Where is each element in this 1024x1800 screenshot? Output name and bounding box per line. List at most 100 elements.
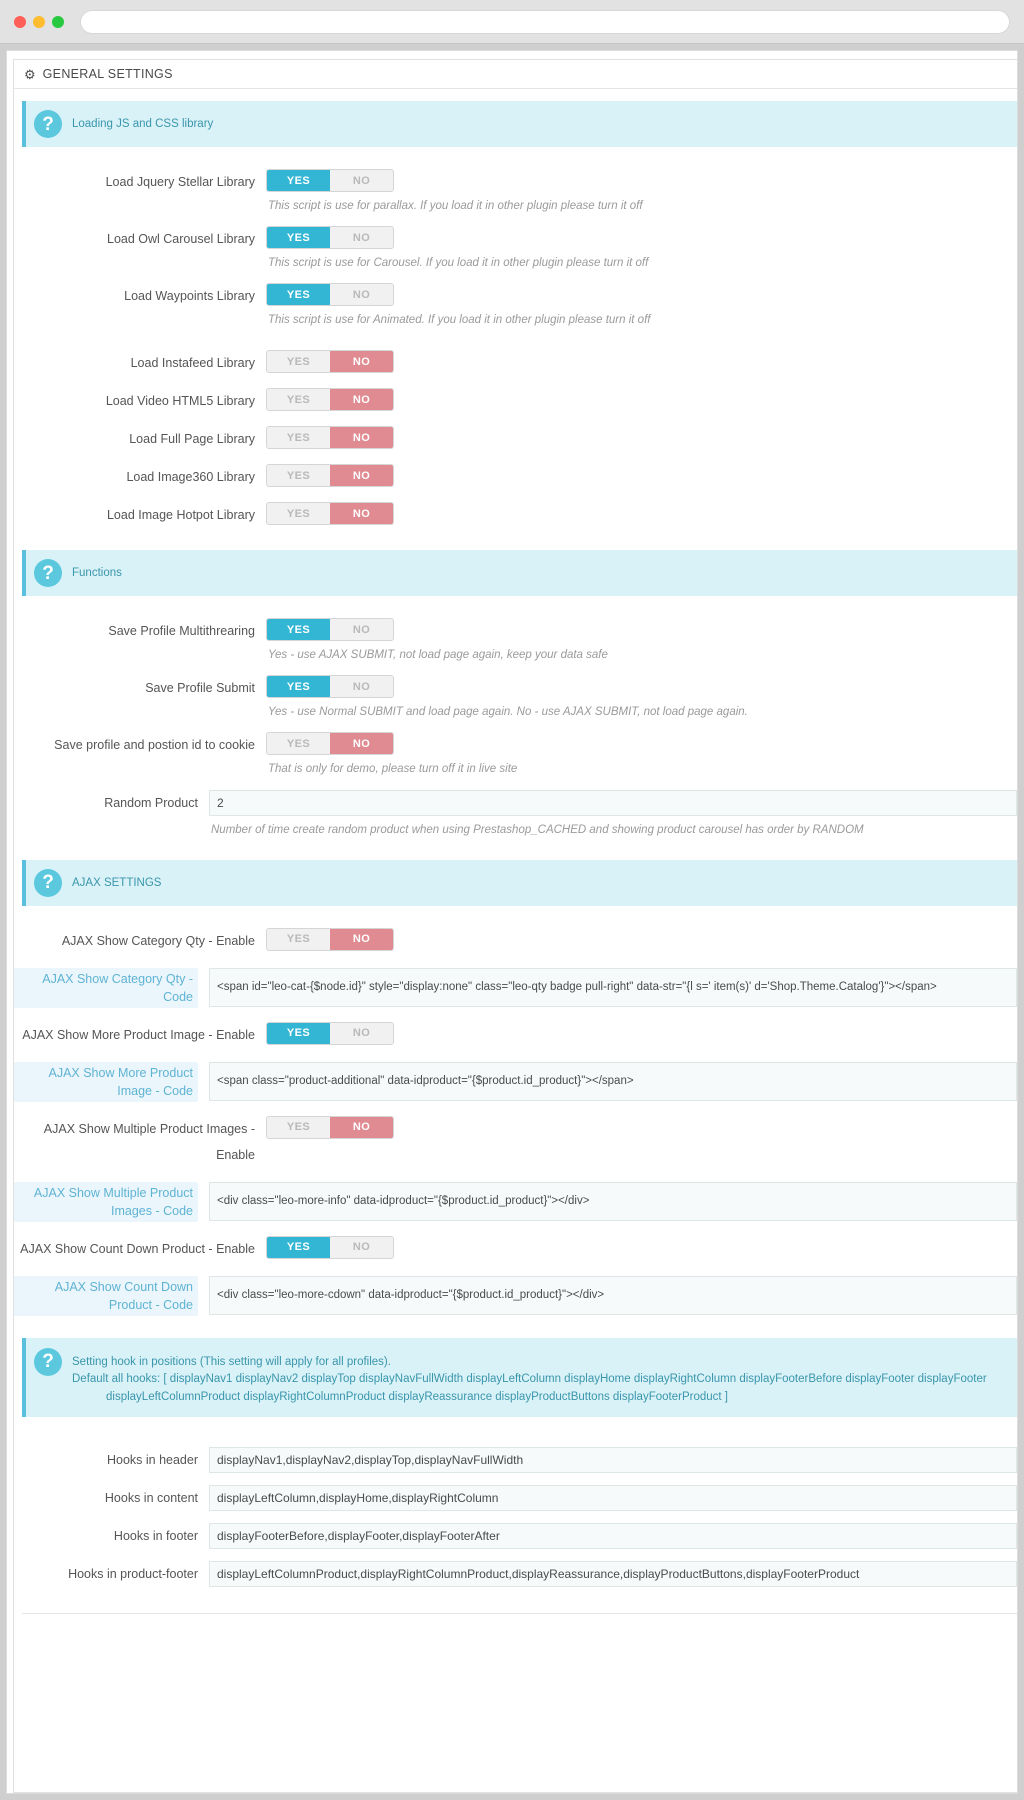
setting-label: AJAX Show More Product Image - Enable (22, 1027, 255, 1042)
toggle-yes[interactable]: YES (267, 427, 330, 449)
setting-label: Load Image360 Library (126, 470, 255, 485)
setting-row-save-profile-submit: Save Profile Submit YES NO Yes - use Nor… (14, 675, 1017, 720)
ajax-settings-banner: ? AJAX SETTINGS (22, 859, 1017, 906)
toggle-no[interactable]: NO (330, 1236, 393, 1258)
setting-label: Load Video HTML5 Library (105, 394, 255, 409)
toggle-no[interactable]: NO (330, 1116, 393, 1138)
toggle-save-profile-submit[interactable]: YES NO (266, 675, 394, 699)
toggle-yes[interactable]: YES (267, 619, 330, 641)
setting-help: This script is use for parallax. If you … (268, 200, 643, 212)
ajax-count-down-product-code-input[interactable] (209, 1275, 1017, 1315)
toggle-waypoints[interactable]: YES NO (266, 283, 394, 307)
browser-window: ⚙ GENERAL SETTINGS ? Loading JS and CSS … (0, 0, 1024, 1800)
setting-row-hooks-product-footer: Hooks in product-footer (14, 1561, 1017, 1588)
hooks-header-input[interactable] (209, 1447, 1017, 1474)
setting-row-save-profile-cookie: Save profile and postion id to cookie YE… (14, 732, 1017, 777)
setting-row-full-page: Load Full Page Library YES NO (14, 426, 1017, 452)
hooks-footer-input[interactable] (209, 1523, 1017, 1550)
toggle-ajax-category-qty[interactable]: YES NO (266, 927, 394, 951)
setting-row-ajax-count-down-product-enable: AJAX Show Count Down Product - Enable YE… (14, 1235, 1017, 1262)
toggle-no[interactable]: NO (330, 676, 393, 698)
toggle-jquery-stellar[interactable]: YES NO (266, 169, 394, 192)
toggle-yes[interactable]: YES (267, 1116, 330, 1138)
toggle-yes[interactable]: YES (267, 227, 330, 249)
setting-label: Save Profile Multithrearing (108, 624, 255, 639)
maximize-window-button[interactable] (52, 15, 64, 28)
random-product-input[interactable] (209, 789, 1017, 816)
setting-help: That is only for demo, please turn off i… (268, 763, 518, 776)
toggle-ajax-more-product-image[interactable]: YES NO (266, 1021, 394, 1045)
toggle-yes[interactable]: YES (267, 1236, 330, 1258)
toggle-instafeed[interactable]: YES NO (266, 350, 394, 374)
hooks-rows: Hooks in header Hooks in content (14, 1417, 1017, 1588)
setting-row-owl-carousel: Load Owl Carousel Library YES NO This sc… (14, 226, 1017, 271)
setting-label-link[interactable]: AJAX Show Count Down Product - Code (14, 1275, 198, 1316)
setting-row-save-profile-multithrearing: Save Profile Multithrearing YES NO Yes -… (14, 618, 1017, 663)
toggle-yes[interactable]: YES (267, 389, 330, 411)
close-window-button[interactable] (14, 15, 26, 28)
address-bar[interactable] (80, 9, 1010, 34)
window-controls (14, 15, 64, 28)
toggle-yes[interactable]: YES (267, 465, 330, 487)
minimize-window-button[interactable] (33, 15, 45, 28)
toggle-no[interactable]: NO (330, 389, 393, 411)
toggle-yes[interactable]: YES (267, 351, 330, 373)
functions-rows: Save Profile Multithrearing YES NO Yes -… (14, 596, 1017, 859)
toggle-no[interactable]: NO (330, 465, 393, 487)
toggle-yes[interactable]: YES (267, 503, 330, 525)
hooks-product-footer-input[interactable] (209, 1561, 1017, 1588)
page-title: GENERAL SETTINGS (42, 67, 173, 81)
setting-row-instafeed: Load Instafeed Library YES NO (14, 350, 1017, 376)
toggle-no[interactable]: NO (330, 928, 393, 950)
toggle-no[interactable]: NO (330, 351, 393, 373)
hooks-banner-line1: Setting hook in positions (This setting … (72, 1355, 391, 1368)
hooks-content-input[interactable] (209, 1485, 1017, 1512)
toggle-no[interactable]: NO (330, 284, 393, 306)
toggle-yes[interactable]: YES (267, 1022, 330, 1044)
setting-help: Number of time create random product whe… (211, 823, 864, 836)
toggle-yes[interactable]: YES (267, 733, 330, 755)
ajax-multiple-product-images-code-input[interactable] (209, 1181, 1017, 1221)
general-settings-panel: ⚙ GENERAL SETTINGS ? Loading JS and CSS … (13, 59, 1017, 1793)
toggle-save-profile-multithrearing[interactable]: YES NO (266, 618, 394, 642)
toggle-yes[interactable]: YES (267, 676, 330, 698)
panel-header: ⚙ GENERAL SETTINGS (14, 60, 1017, 89)
setting-label-link[interactable]: AJAX Show More Product Image - Code (14, 1061, 198, 1102)
setting-label-link[interactable]: AJAX Show Category Qty - Code (14, 967, 198, 1008)
toggle-ajax-count-down-product[interactable]: YES NO (266, 1235, 394, 1259)
toggle-yes[interactable]: YES (267, 928, 330, 950)
setting-row-jquery-stellar: Load Jquery Stellar Library YES NO This … (14, 169, 1017, 214)
toggle-yes[interactable]: YES (267, 284, 330, 306)
setting-label: Load Image Hotpot Library (106, 508, 255, 523)
toggle-no[interactable]: NO (330, 427, 393, 449)
setting-label: Load Full Page Library (129, 432, 255, 447)
toggle-no[interactable]: NO (330, 619, 393, 641)
ajax-settings-rows: AJAX Show Category Qty - Enable YES NO A… (14, 906, 1017, 1338)
question-icon: ? (34, 559, 62, 588)
setting-row-hooks-content: Hooks in content (14, 1485, 1017, 1512)
toggle-no[interactable]: NO (330, 1022, 393, 1044)
toggle-full-page[interactable]: YES NO (266, 426, 394, 450)
toggle-image360[interactable]: YES NO (266, 464, 394, 488)
toggle-owl-carousel[interactable]: YES NO (266, 226, 394, 250)
setting-label: Hooks in header (106, 1453, 198, 1468)
toggle-no[interactable]: NO (330, 733, 393, 755)
toggle-no[interactable]: NO (330, 503, 393, 525)
toggle-no[interactable]: NO (330, 170, 393, 191)
toggle-ajax-multiple-product-images[interactable]: YES NO (266, 1115, 394, 1139)
toggle-yes[interactable]: YES (267, 170, 330, 191)
toggle-save-profile-cookie[interactable]: YES NO (266, 732, 394, 756)
ajax-category-qty-code-input[interactable] (209, 967, 1017, 1007)
ajax-more-product-image-code-input[interactable] (209, 1061, 1017, 1101)
toggle-no[interactable]: NO (330, 227, 393, 249)
setting-row-ajax-more-product-image-code: AJAX Show More Product Image - Code (14, 1061, 1017, 1102)
toggle-video-html5[interactable]: YES NO (266, 388, 394, 412)
loading-library-banner-text: Loading JS and CSS library (72, 118, 214, 130)
setting-row-random-product: Random Product Number of time create ran… (14, 789, 1017, 838)
setting-help: This script is use for Carousel. If you … (268, 257, 649, 270)
setting-label-link[interactable]: AJAX Show Multiple Product Images - Code (14, 1181, 198, 1222)
hooks-banner-line2: Default all hooks: [ displayNav1 display… (72, 1373, 987, 1386)
setting-label: Hooks in product-footer (68, 1567, 198, 1582)
setting-label: Load Instafeed Library (130, 356, 255, 371)
toggle-image-hotpot[interactable]: YES NO (266, 502, 394, 526)
